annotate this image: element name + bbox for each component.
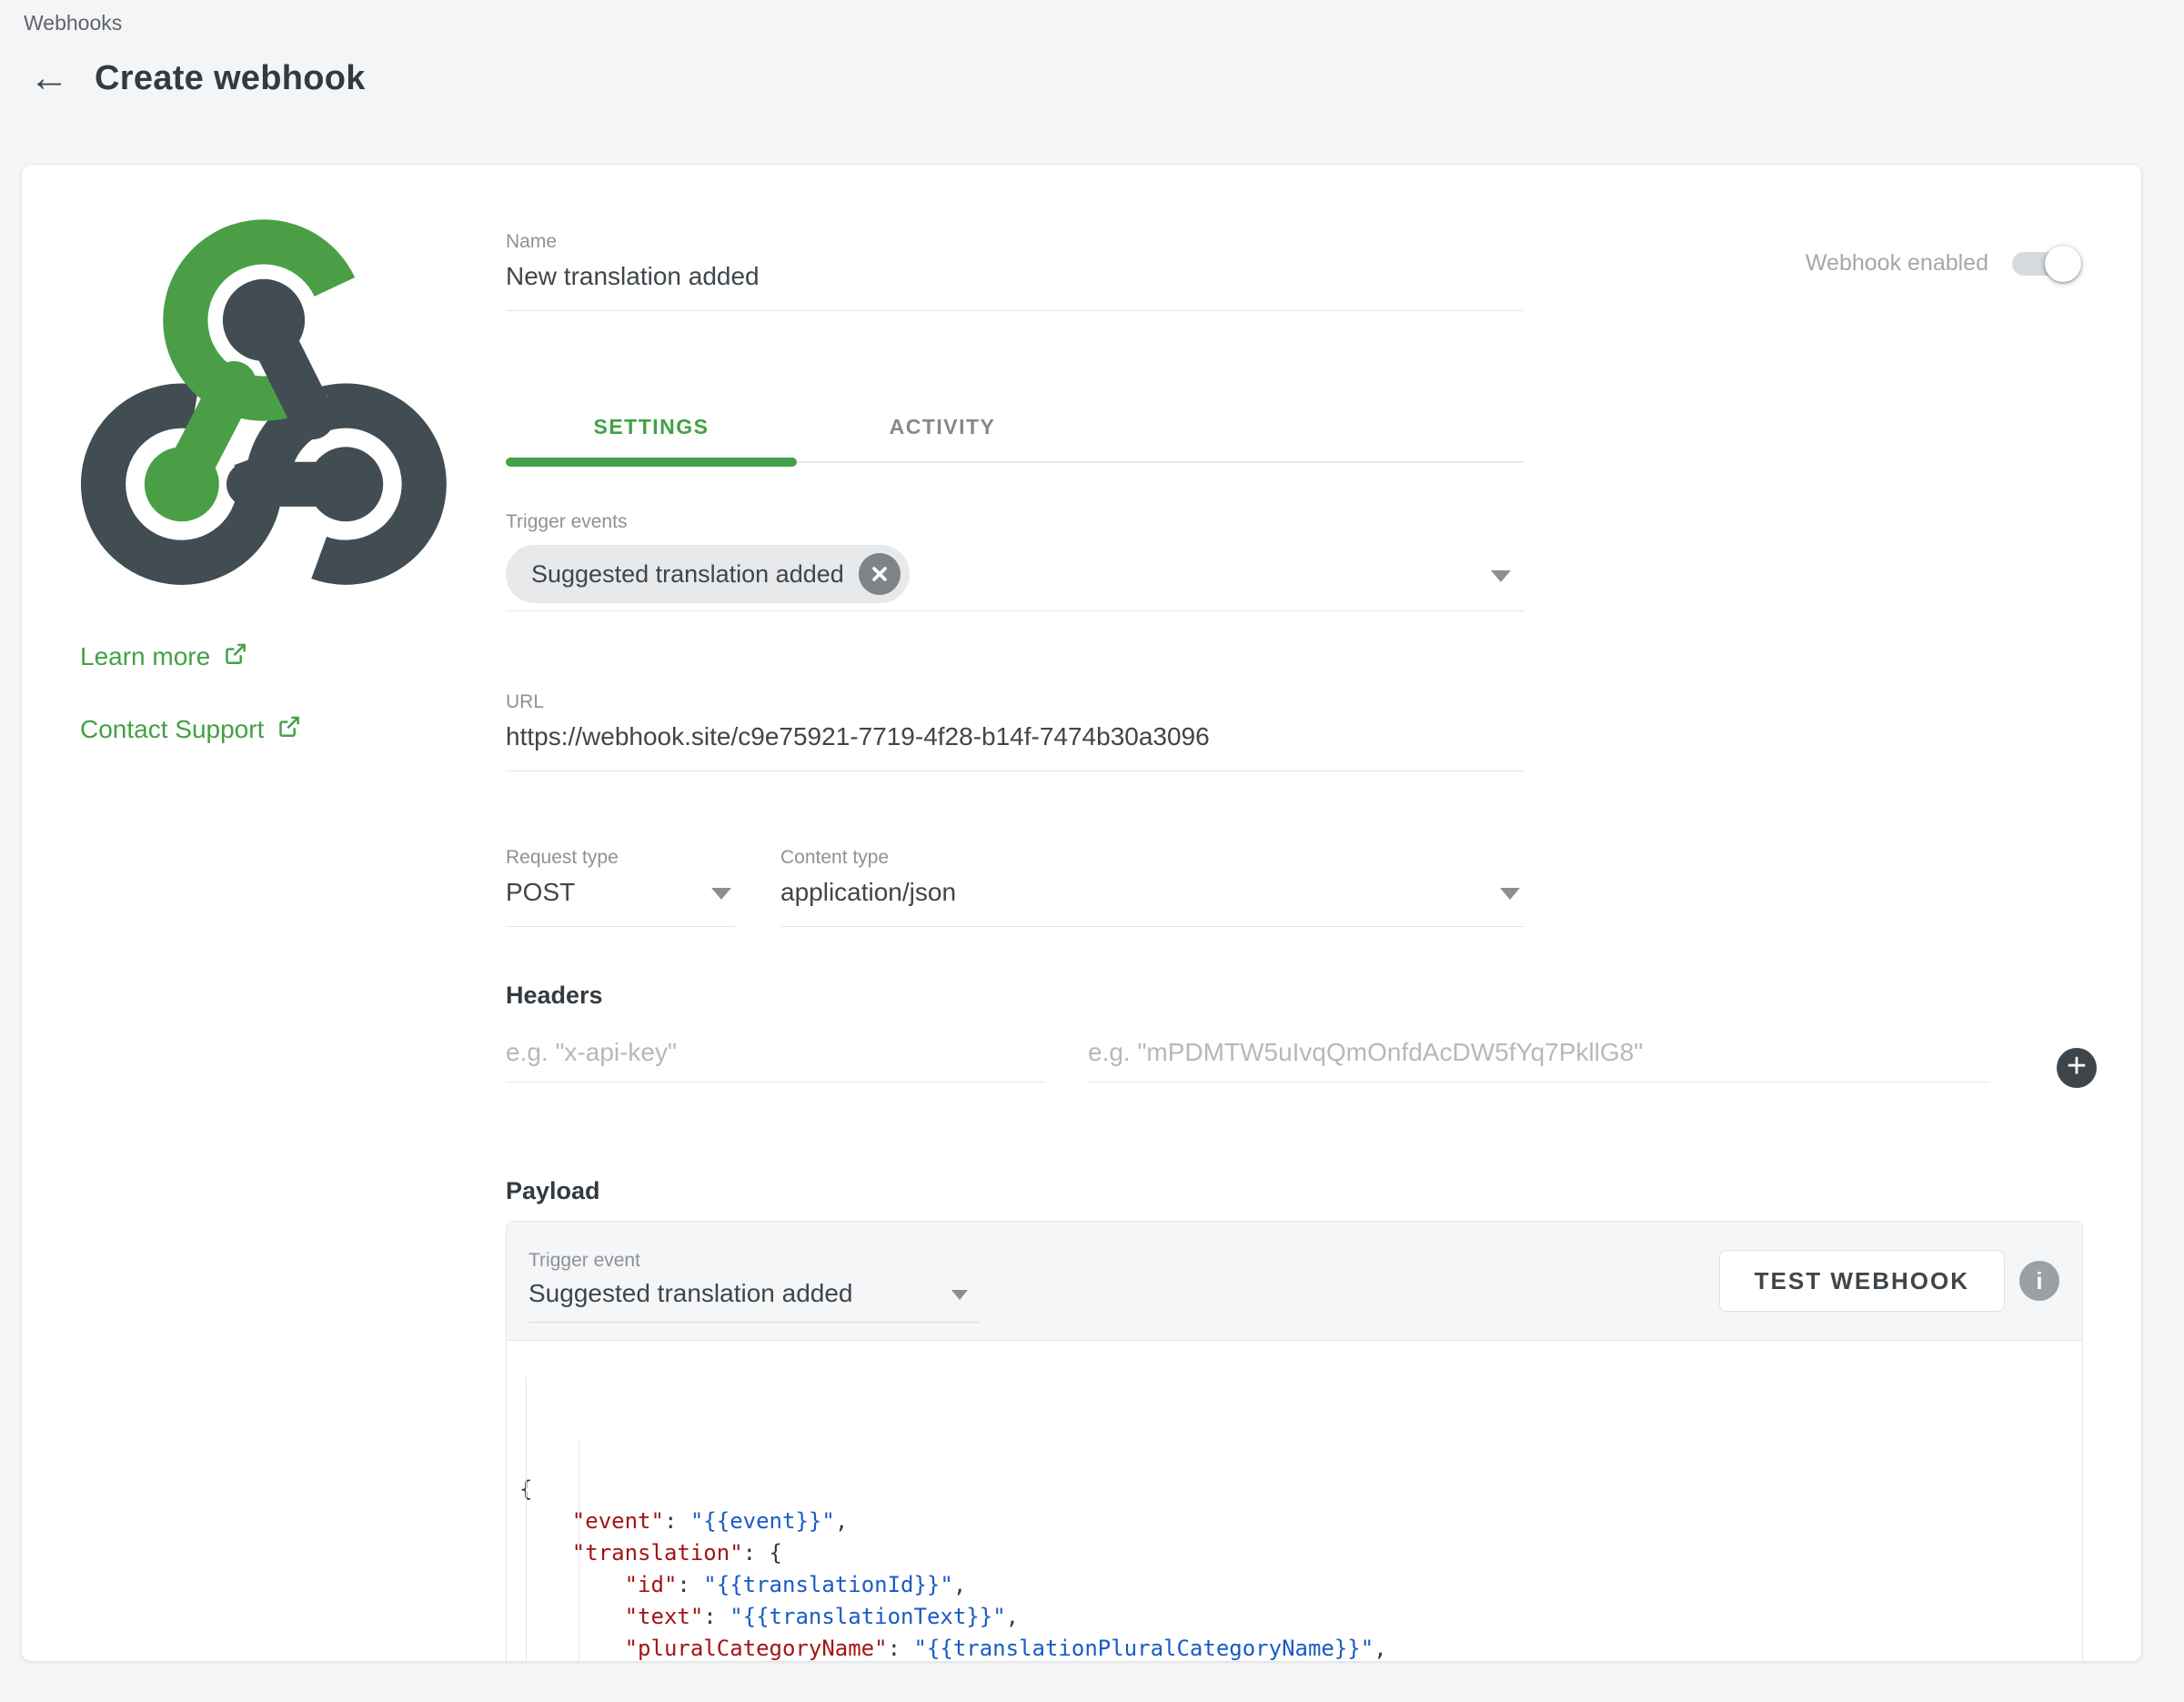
- code-line: "translation": {: [519, 1537, 2082, 1569]
- tab-settings[interactable]: SETTINGS: [506, 415, 797, 461]
- url-input[interactable]: [506, 721, 1524, 752]
- payload-box: Trigger event Suggested translation adde…: [506, 1221, 2083, 1661]
- trigger-events-label: Trigger events: [506, 510, 1524, 534]
- chevron-down-icon: [1500, 888, 1520, 900]
- request-type-select[interactable]: POST: [506, 877, 735, 927]
- chip-label: Suggested translation added: [531, 560, 844, 589]
- contact-support-label: Contact Support: [80, 715, 264, 744]
- indent-guide: [526, 1377, 527, 1661]
- back-arrow-icon[interactable]: ←: [24, 53, 75, 104]
- payload-trigger-event-value: Suggested translation added: [528, 1278, 979, 1309]
- code-line: "event": "{{event}}",: [519, 1506, 2082, 1537]
- chip-remove-icon[interactable]: [859, 553, 901, 595]
- breadcrumb[interactable]: Webhooks: [24, 9, 2184, 36]
- trigger-events-select[interactable]: Suggested translation added: [506, 545, 1524, 611]
- url-label: URL: [506, 690, 1524, 714]
- page-title: Create webhook: [95, 59, 366, 98]
- header-key-input[interactable]: [506, 1037, 1046, 1068]
- left-column: Learn more Contact Support: [22, 165, 506, 1661]
- header-value-input[interactable]: [1088, 1037, 1990, 1068]
- learn-more-label: Learn more: [80, 642, 210, 671]
- trigger-event-chip: Suggested translation added: [506, 545, 910, 603]
- content-type-value: application/json: [780, 877, 1524, 908]
- payload-code[interactable]: { "event": "{{event}}", "translation": {…: [507, 1341, 2082, 1661]
- headers-title: Headers: [506, 981, 2083, 1010]
- content-type-select[interactable]: application/json: [780, 877, 1524, 927]
- request-type-value: POST: [506, 877, 735, 908]
- webhook-form: Name Webhook enabled SETTINGS ACTIVITY T…: [506, 165, 2141, 1661]
- name-input[interactable]: [506, 261, 1524, 292]
- webhook-logo-icon: [77, 212, 450, 585]
- chevron-down-icon: [951, 1290, 968, 1300]
- external-link-icon: [223, 641, 247, 672]
- test-webhook-button[interactable]: TEST WEBHOOK: [1719, 1250, 2005, 1312]
- request-type-label: Request type: [506, 846, 735, 870]
- code-line: "text": "{{translationText}}",: [519, 1601, 2082, 1633]
- name-label: Name: [506, 230, 1524, 254]
- payload-trigger-event-select[interactable]: Suggested translation added: [528, 1278, 979, 1323]
- learn-more-link[interactable]: Learn more: [80, 641, 506, 672]
- chevron-down-icon: [711, 888, 731, 900]
- payload-trigger-event-label: Trigger event: [528, 1249, 979, 1273]
- toggle-thumb: [2045, 246, 2081, 282]
- tab-activity[interactable]: ACTIVITY: [797, 415, 1088, 461]
- page-header: Webhooks ← Create webhook: [0, 0, 2184, 104]
- external-link-icon: [277, 714, 301, 745]
- code-line: "id": "{{translationId}}",: [519, 1569, 2082, 1601]
- webhook-enabled-toggle[interactable]: [2012, 252, 2078, 276]
- payload-title: Payload: [506, 1176, 2083, 1205]
- contact-support-link[interactable]: Contact Support: [80, 714, 506, 745]
- active-tab-indicator: [506, 458, 797, 467]
- code-line: {: [519, 1474, 2082, 1506]
- code-line: "pluralCategoryName": "{{translationPlur…: [519, 1633, 2082, 1661]
- tab-bar: SETTINGS ACTIVITY: [506, 415, 1524, 463]
- webhook-enabled-label: Webhook enabled: [1806, 250, 1988, 277]
- content-type-label: Content type: [780, 846, 1524, 870]
- chevron-down-icon[interactable]: [1491, 570, 1511, 582]
- create-webhook-card: Learn more Contact Support: [22, 165, 2141, 1661]
- add-header-button[interactable]: +: [2057, 1048, 2097, 1088]
- info-icon[interactable]: i: [2019, 1261, 2059, 1301]
